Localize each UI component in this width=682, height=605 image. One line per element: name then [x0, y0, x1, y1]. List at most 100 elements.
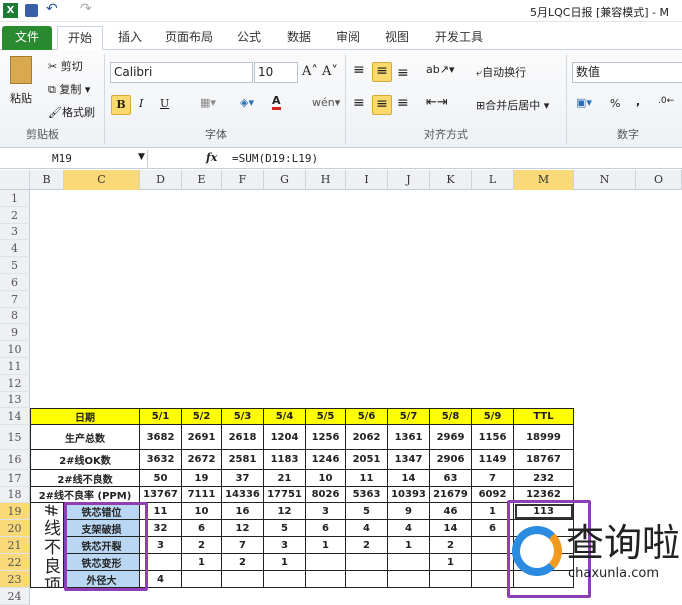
row-header-11[interactable]: 11 — [0, 358, 30, 375]
table-header-cell[interactable]: 5/4 — [264, 408, 306, 425]
percent-button[interactable]: % — [610, 97, 620, 110]
table-cell[interactable]: 63 — [430, 470, 472, 487]
row-header-15[interactable]: 15 — [0, 425, 30, 450]
indent-icon[interactable]: ⇤⇥ — [426, 95, 448, 110]
row-header-24[interactable]: 24 — [0, 588, 30, 605]
comma-button[interactable]: , — [636, 95, 640, 108]
table-cell[interactable]: 1 — [430, 554, 472, 571]
table-header-cell[interactable]: 5/7 — [388, 408, 430, 425]
row-header-13[interactable]: 13 — [0, 392, 30, 408]
table-cell[interactable] — [182, 571, 222, 588]
tab-view[interactable]: 视图 — [376, 26, 418, 50]
table-cell[interactable]: 21679 — [430, 487, 472, 503]
row-header-6[interactable]: 6 — [0, 274, 30, 291]
formula-input[interactable]: =SUM(D19:L19) — [232, 150, 318, 168]
table-header-cell[interactable]: 5/6 — [346, 408, 388, 425]
table-cell[interactable] — [388, 571, 430, 588]
table-cell[interactable]: 2691 — [182, 425, 222, 450]
table-cell[interactable]: 18999 — [514, 425, 574, 450]
table-cell[interactable]: 13767 — [140, 487, 182, 503]
bold-button[interactable]: B — [111, 95, 131, 115]
align-top-icon[interactable]: ≡ — [353, 62, 365, 78]
row-header-23[interactable]: 23 — [0, 571, 30, 588]
undo-icon[interactable]: ↶ — [46, 1, 58, 17]
row-header-5[interactable]: 5 — [0, 257, 30, 274]
table-cell[interactable] — [306, 554, 346, 571]
table-cell[interactable]: 6 — [306, 520, 346, 537]
table-cell[interactable]: 50 — [140, 470, 182, 487]
italic-button[interactable]: I — [139, 97, 143, 110]
table-cell[interactable]: 1156 — [472, 425, 514, 450]
tab-data[interactable]: 数据 — [278, 26, 320, 50]
table-cell[interactable]: 19 — [182, 470, 222, 487]
table-cell[interactable]: 18767 — [514, 450, 574, 470]
row-label[interactable]: 2#线OK数 — [30, 450, 140, 470]
table-header-cell[interactable]: 5/5 — [306, 408, 346, 425]
table-cell[interactable]: 5 — [264, 520, 306, 537]
row-label[interactable]: 生产总数 — [30, 425, 140, 450]
table-cell[interactable]: 2 — [430, 537, 472, 554]
save-icon[interactable] — [25, 4, 38, 17]
grow-font-icon[interactable]: A˄ A˅ — [302, 64, 338, 79]
table-cell[interactable]: 3632 — [140, 450, 182, 470]
table-cell[interactable]: 1 — [306, 537, 346, 554]
table-header-cell[interactable]: TTL — [514, 408, 574, 425]
column-header-F[interactable]: F — [222, 170, 264, 190]
table-cell[interactable]: 1 — [388, 537, 430, 554]
font-name-select[interactable]: Calibri — [110, 62, 253, 83]
row-header-1[interactable]: 1 — [0, 190, 30, 207]
column-header-J[interactable]: J — [388, 170, 430, 190]
table-cell[interactable]: 9 — [388, 503, 430, 520]
column-header-L[interactable]: L — [472, 170, 514, 190]
table-header-cell[interactable]: 5/3 — [222, 408, 264, 425]
table-header-cell[interactable]: 5/9 — [472, 408, 514, 425]
table-cell[interactable] — [306, 571, 346, 588]
table-header-cell[interactable]: 5/1 — [140, 408, 182, 425]
row-header-16[interactable]: 16 — [0, 450, 30, 470]
column-header-G[interactable]: G — [264, 170, 306, 190]
align-middle-icon[interactable]: ≡ — [372, 62, 392, 82]
align-right-icon[interactable]: ≡ — [397, 95, 409, 111]
row-header-9[interactable]: 9 — [0, 324, 30, 341]
tab-formulas[interactable]: 公式 — [228, 26, 270, 50]
tab-home[interactable]: 开始 — [57, 26, 103, 50]
table-cell[interactable]: 2 — [346, 537, 388, 554]
table-cell[interactable]: 2051 — [346, 450, 388, 470]
row-header-8[interactable]: 8 — [0, 308, 30, 324]
row-label[interactable]: 2#线不良数 — [30, 470, 140, 487]
orientation-icon[interactable]: ab↗▾ — [426, 63, 454, 76]
name-box[interactable]: M19 — [0, 150, 148, 168]
column-header-O[interactable]: O — [636, 170, 682, 190]
column-header-B[interactable]: B — [30, 170, 64, 190]
table-cell[interactable]: 8026 — [306, 487, 346, 503]
row-header-22[interactable]: 22 — [0, 554, 30, 571]
fill-color-icon[interactable]: ◈▾ — [240, 96, 254, 109]
table-cell[interactable]: 17751 — [264, 487, 306, 503]
row-header-19[interactable]: 19 — [0, 503, 30, 520]
table-cell[interactable]: 11 — [346, 470, 388, 487]
underline-button[interactable]: U — [160, 97, 169, 110]
table-cell[interactable]: 1361 — [388, 425, 430, 450]
table-cell[interactable]: 2062 — [346, 425, 388, 450]
row-header-4[interactable]: 4 — [0, 240, 30, 257]
column-header-H[interactable]: H — [306, 170, 346, 190]
format-painter-button[interactable]: 🖌格式刷 — [48, 104, 95, 120]
column-header-I[interactable]: I — [346, 170, 388, 190]
table-cell[interactable]: 12 — [222, 520, 264, 537]
table-cell[interactable]: 1149 — [472, 450, 514, 470]
table-cell[interactable]: 16 — [222, 503, 264, 520]
table-cell[interactable]: 5 — [346, 503, 388, 520]
tab-insert[interactable]: 插入 — [110, 26, 150, 50]
table-cell[interactable]: 7111 — [182, 487, 222, 503]
row-header-10[interactable]: 10 — [0, 341, 30, 358]
cut-button[interactable]: ✂ 剪切 — [48, 58, 83, 74]
row-header-20[interactable]: 20 — [0, 520, 30, 537]
wrap-text-button[interactable]: ⤶自动换行 — [476, 64, 526, 80]
table-cell[interactable]: 1183 — [264, 450, 306, 470]
tab-developer[interactable]: 开发工具 — [428, 26, 490, 50]
column-header-D[interactable]: D — [140, 170, 182, 190]
table-cell[interactable]: 1347 — [388, 450, 430, 470]
table-cell[interactable]: 1 — [182, 554, 222, 571]
row-header-2[interactable]: 2 — [0, 207, 30, 224]
function-icon[interactable]: fx — [206, 151, 217, 164]
